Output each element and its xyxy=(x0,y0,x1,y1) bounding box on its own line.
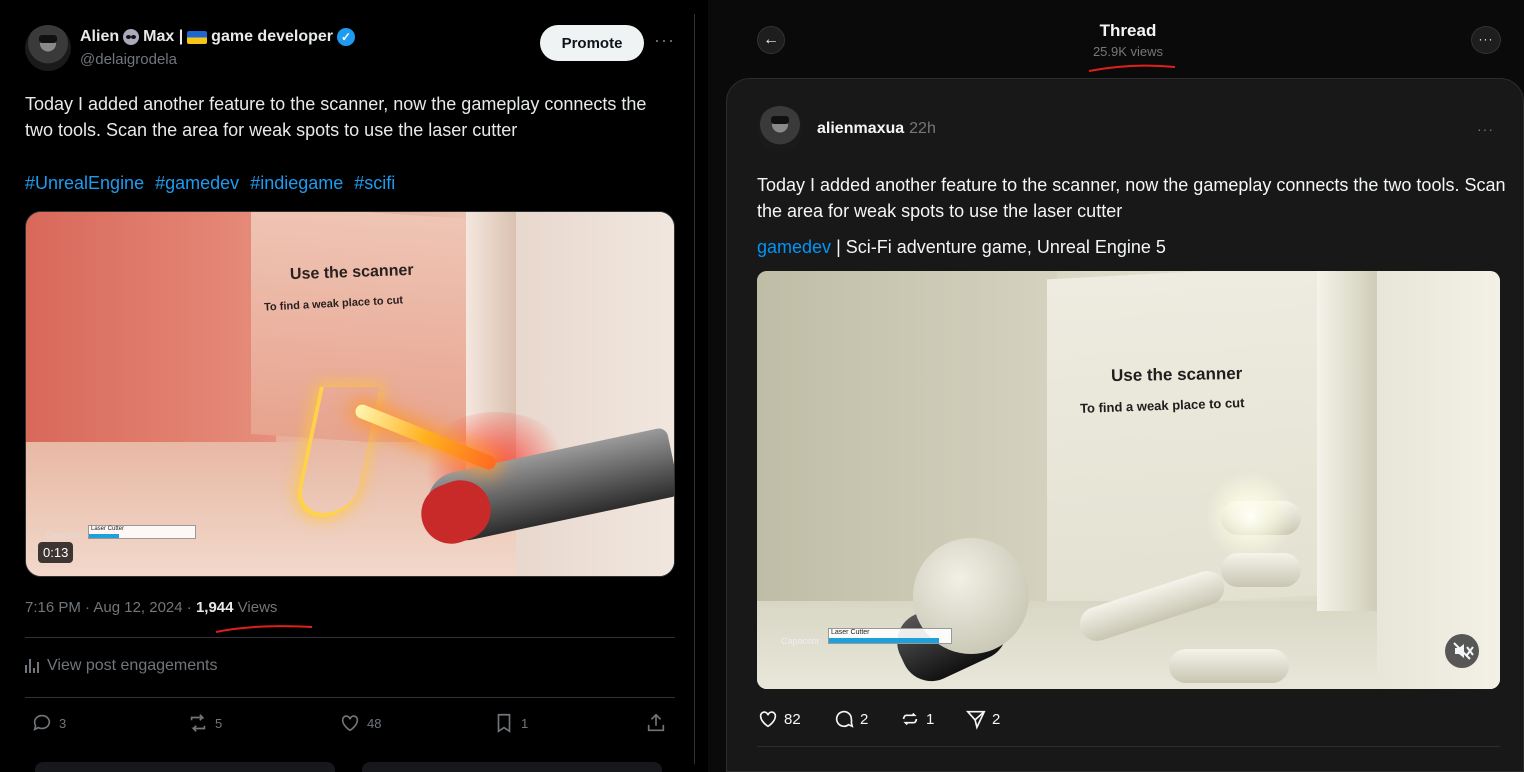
pane-separator xyxy=(694,14,695,764)
author-name-part2: Max | xyxy=(143,28,184,45)
reply-box-stub xyxy=(362,762,662,772)
alien-icon xyxy=(123,29,140,45)
flag-icon xyxy=(187,30,208,44)
mute-button[interactable] xyxy=(1445,634,1479,668)
hud-laser-label: Laser Cutter xyxy=(831,629,870,636)
post-timestamp[interactable]: 7:16 PM · Aug 12, 2024 · xyxy=(25,599,196,616)
bookmark-icon xyxy=(497,713,511,733)
hashtag-link[interactable]: #UnrealEngine xyxy=(25,173,144,193)
hud-capacitor-label: Capacitor xyxy=(781,636,820,646)
views-label: Views xyxy=(233,599,278,616)
share-count: 2 xyxy=(992,710,1001,728)
repost-button[interactable]: 5 xyxy=(187,712,222,734)
page-title: Thread xyxy=(1099,21,1157,40)
share-button[interactable]: 2 xyxy=(965,708,1000,730)
mute-icon xyxy=(1453,642,1474,660)
like-button[interactable]: 48 xyxy=(339,712,381,734)
author-avatar[interactable] xyxy=(25,25,71,71)
heart-icon xyxy=(759,711,777,728)
reply-button[interactable]: 2 xyxy=(833,708,868,730)
red-annotation-underline xyxy=(215,625,313,633)
repost-count: 1 xyxy=(926,710,935,728)
post-actions: 3 5 48 1 xyxy=(25,712,675,740)
author-username[interactable]: alienmaxua 22h xyxy=(817,120,936,138)
video-duration: 0:13 xyxy=(38,542,74,563)
author-name-part3: game developer xyxy=(211,28,333,45)
author-name[interactable]: Alien Max | game developer ✓ xyxy=(80,28,355,46)
video-cylinder xyxy=(1169,649,1289,683)
comment-icon xyxy=(835,710,854,728)
verified-icon: ✓ xyxy=(337,28,355,46)
more-icon[interactable]: ··· xyxy=(654,30,675,51)
bar-chart-icon xyxy=(25,659,39,673)
topic-separator: | xyxy=(831,237,846,257)
author-avatar[interactable] xyxy=(757,106,803,152)
thread-views: 25.9K views xyxy=(1092,44,1164,59)
like-button[interactable]: 82 xyxy=(757,708,801,730)
reply-icon xyxy=(33,714,51,731)
send-icon xyxy=(965,710,986,730)
video-scene-wall xyxy=(1377,271,1500,689)
hud-laser-bar: Laser Cutter xyxy=(828,628,952,644)
repost-icon xyxy=(902,712,918,726)
reply-button[interactable]: 3 xyxy=(31,712,66,734)
repost-button[interactable]: 1 xyxy=(899,708,934,730)
hud-laser-bar: Laser Cutter xyxy=(88,525,196,539)
post-video[interactable]: Use the scanner To find a weak place to … xyxy=(757,271,1500,689)
more-icon[interactable]: ··· xyxy=(1471,26,1501,54)
post-text: Today I added another feature to the sca… xyxy=(25,94,647,140)
post-time: 22h xyxy=(909,120,936,137)
divider xyxy=(757,746,1500,747)
views-count: 1,944 xyxy=(195,599,234,616)
like-icon xyxy=(341,715,359,732)
bookmark-button[interactable]: 1 xyxy=(493,712,528,734)
hud-laser-fill xyxy=(89,534,119,538)
video-scene-pillar xyxy=(1317,271,1377,611)
topic-description: Sci-Fi adventure game, Unreal Engine 5 xyxy=(845,237,1166,257)
bookmark-count: 1 xyxy=(521,715,529,731)
engagements-label: View post engagements xyxy=(47,657,218,674)
video-light xyxy=(1205,471,1295,561)
reply-count: 2 xyxy=(860,710,869,728)
divider xyxy=(25,697,675,698)
repost-icon xyxy=(190,714,206,732)
hud-capacitor-label: Capacitor xyxy=(46,531,81,540)
share-icon xyxy=(647,713,665,732)
repost-count: 5 xyxy=(215,715,223,731)
post-video[interactable]: Use the scanner To find a weak place to … xyxy=(25,211,675,577)
post-more-icon[interactable]: ··· xyxy=(1477,121,1494,137)
red-annotation-underline xyxy=(1088,64,1176,72)
username[interactable]: alienmaxua xyxy=(817,120,904,137)
back-arrow-icon[interactable]: ← xyxy=(757,26,785,54)
topic-tag-link[interactable]: gamedev xyxy=(757,237,831,257)
like-count: 82 xyxy=(784,710,801,728)
hud-laser-label: Laser Cutter xyxy=(91,526,125,532)
like-count: 48 xyxy=(367,715,382,731)
topic-line: gamedev | Sci-Fi adventure game, Unreal … xyxy=(757,237,1166,258)
hashtags: #UnrealEngine #gamedev #indiegame #scifi xyxy=(25,173,401,194)
post-meta: 7:16 PM · Aug 12, 2024 · 1,944 Views xyxy=(25,599,277,616)
reply-count: 3 xyxy=(59,715,67,731)
reply-box-stub xyxy=(35,762,335,772)
share-button[interactable] xyxy=(645,712,667,734)
hashtag-link[interactable]: #indiegame xyxy=(250,173,343,193)
author-name-part1: Alien xyxy=(80,28,120,45)
video-overlay-title: Use the scanner xyxy=(1110,363,1243,386)
hud-laser-fill xyxy=(829,638,939,643)
promote-button[interactable]: Promote xyxy=(540,25,644,61)
author-handle[interactable]: @delaigrodela xyxy=(80,51,177,68)
post-text: Today I added another feature to the sca… xyxy=(757,175,1506,221)
hashtag-link[interactable]: #gamedev xyxy=(155,173,239,193)
view-engagements-link[interactable]: View post engagements xyxy=(25,657,217,675)
divider xyxy=(25,637,675,638)
hashtag-link[interactable]: #scifi xyxy=(354,173,395,193)
